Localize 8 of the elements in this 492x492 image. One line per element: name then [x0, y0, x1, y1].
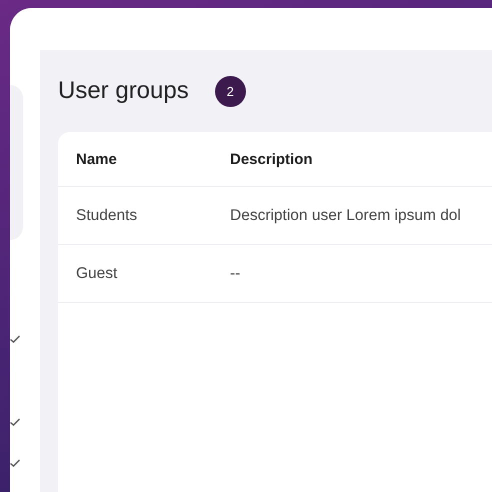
count-badge: 2 [214, 76, 246, 106]
table-cell-text: Students [75, 206, 138, 224]
table-cell-text: Guest [75, 264, 118, 282]
table-cell-text: -- [230, 264, 242, 282]
column-header: Name [75, 150, 118, 168]
table-cell-text: Description user Lorem ipsum dol [230, 206, 462, 224]
column-header: Description [230, 150, 314, 168]
page-title: User groups [58, 77, 189, 105]
